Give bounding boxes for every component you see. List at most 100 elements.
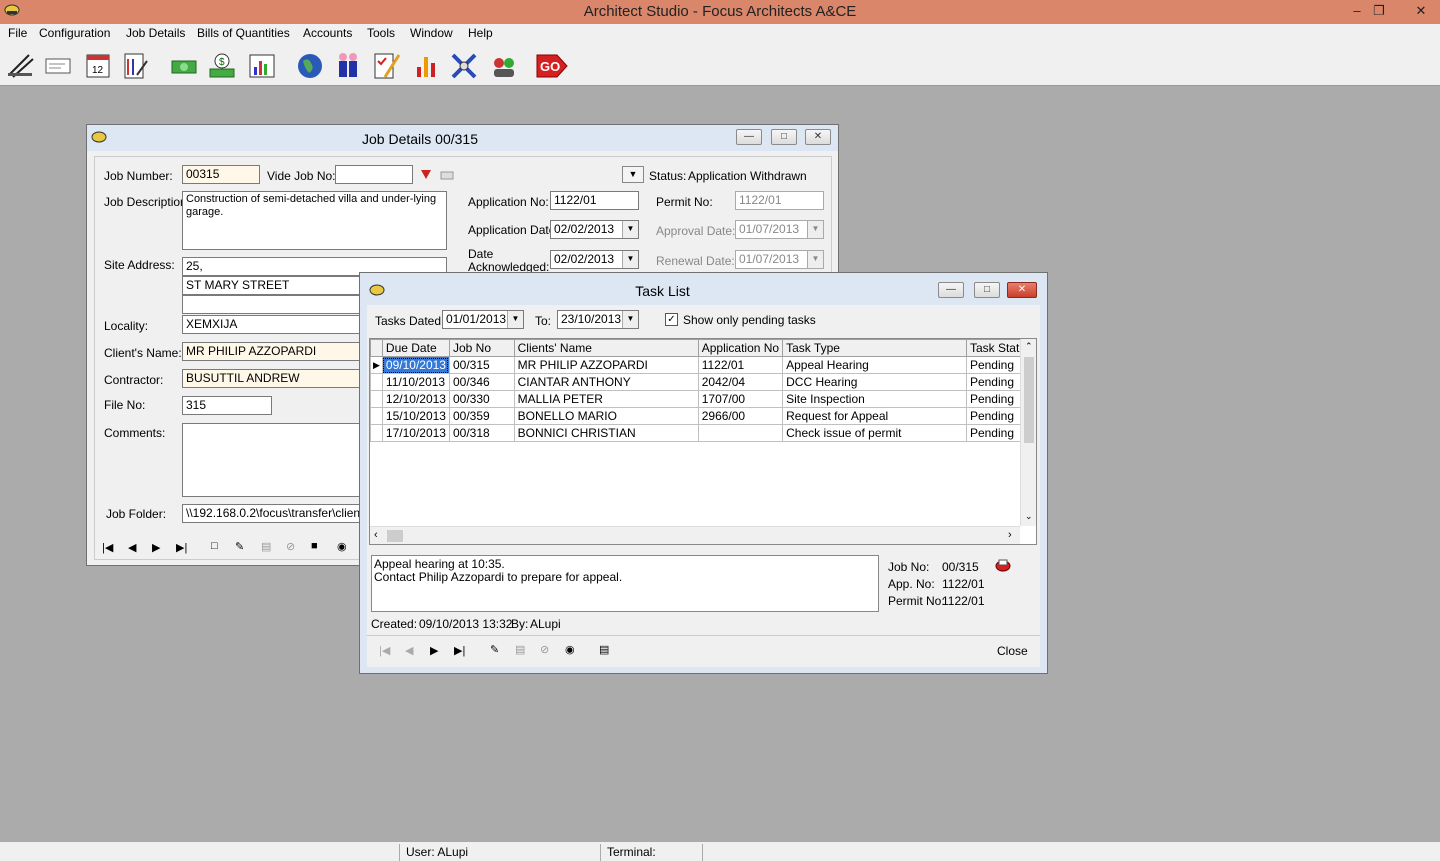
chevron-up-icon[interactable]: ⌃ (1025, 341, 1033, 352)
cash-icon[interactable]: $ (206, 48, 238, 82)
table-cell[interactable]: 09/10/2013 (381, 356, 450, 374)
next-record-icon[interactable]: ▶ (152, 541, 160, 554)
next-record-icon[interactable]: ▶ (430, 644, 438, 657)
new-record-icon[interactable]: □ (211, 540, 218, 552)
money-icon[interactable] (168, 48, 200, 82)
table-cell[interactable]: DCC Hearing (782, 373, 967, 391)
go-icon[interactable]: GO (534, 48, 568, 82)
menu-help[interactable]: Help (468, 26, 493, 40)
pick-job-icon[interactable] (419, 166, 433, 185)
permit-no-field[interactable]: 1122/01 (735, 191, 824, 210)
date-acknowledged-field[interactable]: 02/02/2013 ▼ (550, 250, 639, 269)
maximize-icon[interactable]: □ (974, 282, 1000, 298)
table-cell[interactable]: 12/10/2013 (381, 390, 450, 408)
globe-icon[interactable] (294, 48, 326, 82)
column-header-due-date[interactable]: Due Date (381, 339, 450, 357)
table-cell[interactable]: MALLIA PETER (513, 390, 699, 408)
table-cell[interactable]: 15/10/2013 (381, 407, 450, 425)
horizontal-scrollbar[interactable]: ‹ › (370, 526, 1020, 544)
tools-icon[interactable] (448, 48, 480, 82)
last-record-icon[interactable]: ▶| (176, 541, 187, 554)
drafting-icon[interactable] (4, 48, 36, 82)
minimize-icon[interactable]: – (1346, 0, 1368, 22)
close-button[interactable]: Close (997, 644, 1028, 658)
print-icon[interactable]: ▤ (599, 643, 609, 656)
scrollbar-thumb[interactable] (1024, 357, 1034, 443)
column-header-task-type[interactable]: Task Type (782, 339, 967, 357)
menu-window[interactable]: Window (410, 26, 453, 40)
close-icon[interactable]: ✕ (805, 129, 831, 145)
menu-tools[interactable]: Tools (367, 26, 395, 40)
chevron-left-icon[interactable]: ‹ (374, 529, 378, 541)
column-header-client-name[interactable]: Clients' Name (513, 339, 699, 357)
table-row[interactable]: 15/10/2013 00/359 BONELLO MARIO 2966/00 … (370, 407, 1036, 425)
column-header-job-no[interactable]: Job No (448, 339, 515, 357)
application-no-field[interactable]: 1122/01 (550, 191, 639, 210)
tasks-from-date-field[interactable]: 01/01/2013 ▼ (442, 310, 524, 329)
close-icon[interactable]: ✕ (1404, 0, 1438, 22)
scrollbar-thumb[interactable] (387, 530, 403, 542)
edit-task-icon[interactable]: ✎ (490, 643, 499, 656)
last-record-icon[interactable]: ▶| (454, 644, 465, 657)
job-number-field[interactable]: 00315 (182, 165, 260, 184)
table-cell[interactable]: Site Inspection (782, 390, 967, 408)
restore-icon[interactable]: ❐ (1368, 0, 1390, 22)
find-task-icon[interactable]: ◉ (565, 643, 575, 656)
cancel-task-icon[interactable]: ⊘ (540, 643, 549, 656)
users-icon[interactable] (488, 48, 520, 82)
table-cell[interactable]: 00/318 (448, 424, 515, 442)
vide-job-field[interactable] (335, 165, 413, 184)
table-row[interactable]: 11/10/2013 00/346 CIANTAR ANTHONY 2042/0… (370, 373, 1036, 391)
pending-tasks-checkbox[interactable]: ✓ (665, 313, 678, 326)
link-icon[interactable] (439, 166, 455, 185)
card-icon[interactable] (42, 48, 74, 82)
status-dropdown-button[interactable]: ▼ (622, 166, 644, 183)
table-cell[interactable]: 1707/00 (697, 390, 784, 408)
table-cell[interactable]: 2966/00 (697, 407, 784, 425)
calendar-icon[interactable]: 12 (82, 48, 114, 82)
table-cell[interactable]: 00/315 (448, 356, 515, 374)
file-no-field[interactable]: 315 (182, 396, 272, 415)
previous-record-icon[interactable]: ◀ (405, 644, 413, 657)
approval-date-field[interactable]: 01/07/2013 ▼ (735, 220, 824, 239)
edit-record-icon[interactable]: ✎ (235, 540, 244, 553)
job-description-field[interactable]: Construction of semi-detached villa and … (182, 191, 447, 250)
menu-configuration[interactable]: Configuration (39, 26, 110, 40)
table-cell[interactable] (697, 424, 784, 442)
checklist-icon[interactable] (370, 48, 402, 82)
chevron-right-icon[interactable]: › (1008, 529, 1012, 541)
table-cell[interactable]: 00/330 (448, 390, 515, 408)
open-job-icon[interactable] (995, 557, 1011, 576)
table-row[interactable]: 17/10/2013 00/318 BONNICI CHRISTIAN Chec… (370, 424, 1036, 442)
minimize-icon[interactable]: — (736, 129, 762, 145)
first-record-icon[interactable]: |◀ (379, 644, 390, 657)
table-cell[interactable]: 17/10/2013 (381, 424, 450, 442)
column-header-application-no[interactable]: Application No (697, 339, 784, 357)
table-cell[interactable]: 11/10/2013 (381, 373, 450, 391)
table-row[interactable]: 12/10/2013 00/330 MALLIA PETER 1707/00 S… (370, 390, 1036, 408)
chevron-down-icon[interactable]: ⌄ (1025, 511, 1033, 522)
table-cell[interactable]: MR PHILIP AZZOPARDI (513, 356, 699, 374)
chart-icon[interactable] (246, 48, 278, 82)
delete-record-icon[interactable]: ■ (311, 540, 318, 552)
application-date-field[interactable]: 02/02/2013 ▼ (550, 220, 639, 239)
table-cell[interactable]: BONNICI CHRISTIAN (513, 424, 699, 442)
menu-accounts[interactable]: Accounts (303, 26, 352, 40)
tasks-to-date-field[interactable]: 23/10/2013 ▼ (557, 310, 639, 329)
people-icon[interactable] (332, 48, 364, 82)
menu-bills-of-quantities[interactable]: Bills of Quantities (197, 26, 290, 40)
table-cell[interactable]: CIANTAR ANTHONY (513, 373, 699, 391)
first-record-icon[interactable]: |◀ (102, 541, 113, 554)
maximize-icon[interactable]: □ (771, 129, 797, 145)
cancel-edit-icon[interactable]: ⊘ (286, 540, 295, 553)
table-cell[interactable]: BONELLO MARIO (513, 407, 699, 425)
previous-record-icon[interactable]: ◀ (128, 541, 136, 554)
table-cell[interactable]: 1122/01 (697, 356, 784, 374)
documents-icon[interactable] (120, 48, 152, 82)
table-cell[interactable]: Request for Appeal (782, 407, 967, 425)
menu-job-details[interactable]: Job Details (126, 26, 185, 40)
bar-chart-icon[interactable] (410, 48, 442, 82)
table-cell[interactable]: 00/346 (448, 373, 515, 391)
menu-file[interactable]: File (8, 26, 27, 40)
renewal-date-field[interactable]: 01/07/2013 ▼ (735, 250, 824, 269)
